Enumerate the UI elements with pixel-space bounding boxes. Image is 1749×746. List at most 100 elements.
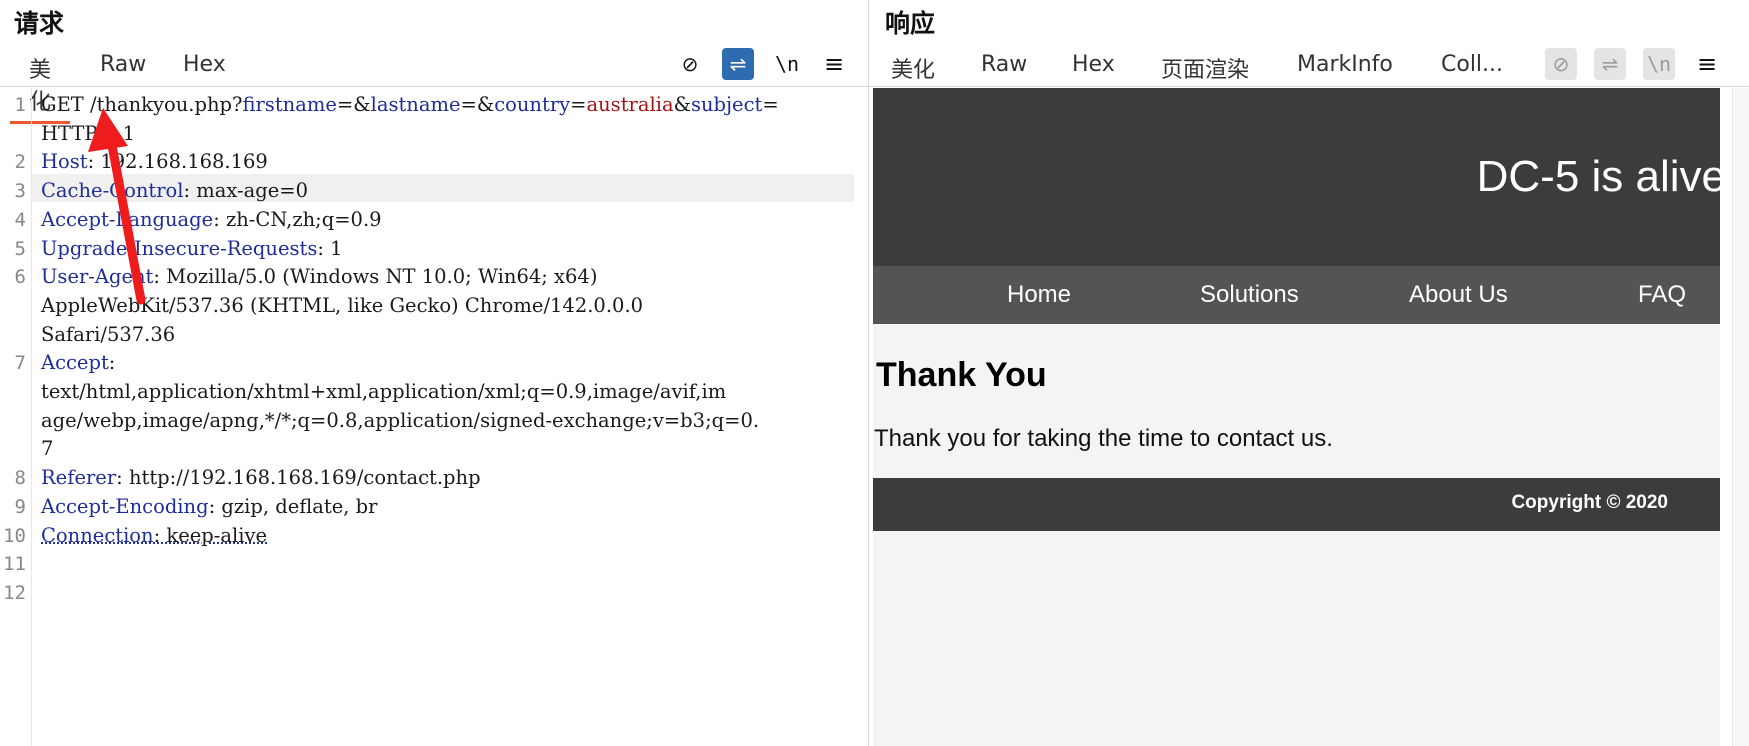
code-text: & (673, 93, 691, 116)
nav-home-link[interactable]: Home (1007, 281, 1071, 309)
response-tabbar: 美化 Raw Hex 页面渲染 MarkInfo Coll... ⊘ ⇌ \n … (869, 44, 1749, 92)
response-scrollbar[interactable] (1732, 88, 1749, 746)
code-text: text/html,application/xhtml+xml,applicat… (41, 380, 727, 403)
code-text: : 192.168.168.169 (87, 150, 268, 174)
code-line: Referer: http://192.168.168.169/contact.… (41, 464, 481, 492)
response-tab-render[interactable]: 页面渲染 (1150, 52, 1260, 92)
header-key: User-Agent (41, 265, 154, 289)
code-text: age/webp,image/apng,*/*;q=0.8,applicatio… (41, 408, 760, 432)
site-footer: Copyright © 2020 (873, 478, 1720, 531)
code-text: =& (460, 93, 495, 116)
header-key: Accept (41, 351, 109, 375)
code-text: : keep-alive (153, 523, 268, 547)
code-line: Host: 192.168.168.169 (41, 148, 268, 176)
code-text: : max-age=0 (183, 179, 309, 203)
newline-icon[interactable]: \n (771, 48, 803, 80)
code-text: GET /thankyou.php? (41, 93, 243, 116)
response-tab-collaborator[interactable]: Coll... (1441, 52, 1503, 77)
site-nav: Home Solutions About Us FAQ (873, 266, 1720, 324)
header-key: Accept-Encoding (41, 494, 209, 518)
header-key: Host (41, 150, 88, 174)
menu-icon[interactable]: ≡ (818, 48, 850, 80)
code-line: User-Agent: Mozilla/5.0 (Windows NT 10.0… (41, 263, 597, 291)
line-gutter: 1 2 3 4 5 6 7 8 9 10 11 12 (0, 88, 32, 746)
code-text: : gzip, deflate, br (208, 494, 378, 518)
response-title: 响应 (885, 9, 936, 38)
line-number: 11 (3, 553, 26, 576)
header-key: Accept-Language (41, 207, 214, 231)
code-line: Upgrade-Insecure-Requests: 1 (41, 235, 343, 263)
header-key: lastname (370, 93, 461, 116)
hide-icon[interactable]: ⊘ (1545, 48, 1577, 80)
param-value: australia (586, 93, 674, 116)
code-line: age/webp,image/apng,*/*;q=0.8,applicatio… (41, 407, 759, 435)
header-key: Upgrade-Insecure-Requests (41, 236, 318, 260)
header-key: country (494, 93, 571, 116)
nav-solutions-link[interactable]: Solutions (1200, 281, 1299, 309)
code-line: HTTP/1.1 (41, 120, 135, 148)
nav-about-link[interactable]: About Us (1409, 281, 1508, 309)
header-key: Referer (41, 466, 117, 490)
line-number: 5 (14, 237, 26, 260)
code-line: Accept-Encoding: gzip, deflate, br (41, 493, 377, 521)
request-tab-raw[interactable]: Raw (100, 52, 146, 77)
request-title: 请求 (14, 9, 65, 38)
code-text: HTTP/1.1 (41, 121, 136, 145)
nav-faq-link[interactable]: FAQ (1638, 281, 1686, 309)
page-paragraph: Thank you for taking the time to contact… (874, 425, 1333, 452)
code-line: Safari/537.36 (41, 321, 175, 349)
header-key: Connection (41, 523, 154, 547)
line-number: 3 (14, 180, 26, 203)
code-text: : zh-CN,zh;q=0.9 (213, 207, 382, 231)
code-text: : 1 (317, 236, 343, 260)
code-text: : http://192.168.168.169/contact.php (116, 466, 481, 490)
rendered-page: DC-5 is alive Home Solutions About Us FA… (873, 88, 1720, 746)
code-text: AppleWebKit/537.36 (KHTML, like Gecko) C… (41, 293, 644, 317)
wrap-icon[interactable]: ⇌ (1594, 48, 1626, 80)
code-text: = (762, 93, 779, 116)
line-number: 1 (14, 94, 26, 116)
code-line: AppleWebKit/537.36 (KHTML, like Gecko) C… (41, 292, 643, 320)
response-tab-hex[interactable]: Hex (1072, 52, 1115, 77)
page-heading: Thank You (876, 356, 1047, 394)
line-number: 6 (14, 266, 26, 289)
header-key: firstname (242, 93, 337, 116)
code-line: GET /thankyou.php?firstname=&lastname=&c… (41, 91, 779, 119)
line-number: 2 (14, 151, 26, 174)
code-text: 7 (41, 437, 54, 461)
code-line: Cache-Control: max-age=0 (41, 177, 308, 205)
response-tab-raw[interactable]: Raw (981, 52, 1027, 77)
code-line: 7 (41, 435, 53, 463)
site-title: DC-5 is alive (1476, 152, 1720, 201)
code-text: Safari/537.36 (41, 322, 176, 346)
code-line: Connection: keep-alive (41, 522, 267, 550)
line-number: 10 (3, 524, 26, 547)
response-tab-pretty[interactable]: 美化 (891, 52, 935, 84)
code-line: text/html,application/xhtml+xml,applicat… (41, 378, 726, 406)
hide-icon[interactable]: ⊘ (674, 48, 706, 80)
code-text: : (108, 351, 116, 375)
code-line: Accept-Language: zh-CN,zh;q=0.9 (41, 206, 382, 234)
response-pane: 响应 美化 Raw Hex 页面渲染 MarkInfo Coll... ⊘ ⇌ … (869, 0, 1749, 746)
request-tabbar: 美化 Raw Hex ⊘ ⇌ \n ≡ (0, 44, 868, 124)
site-header: DC-5 is alive (873, 88, 1720, 266)
code-text: =& (336, 93, 371, 116)
header-key: Cache-Control (41, 179, 184, 203)
line-number: 9 (14, 495, 26, 518)
request-editor[interactable]: 1 2 3 4 5 6 7 8 9 10 11 12 GET /thankyou.php?firstn… (0, 88, 868, 746)
footer-copyright: Copyright © 2020 (1511, 492, 1668, 513)
line-number: 8 (14, 467, 26, 490)
menu-icon[interactable]: ≡ (1691, 48, 1723, 80)
wrap-icon[interactable]: ⇌ (722, 48, 754, 80)
response-tab-markinfo[interactable]: MarkInfo (1297, 52, 1393, 77)
header-key: subject (690, 93, 763, 116)
request-tab-hex[interactable]: Hex (183, 52, 226, 77)
code-text: = (570, 93, 587, 116)
code-line: Accept: (41, 349, 115, 377)
line-number: 4 (14, 208, 26, 231)
line-number: 7 (14, 352, 26, 375)
newline-icon[interactable]: \n (1643, 48, 1675, 80)
request-pane: 请求 美化 Raw Hex ⊘ ⇌ \n ≡ 1 2 3 4 5 6 7 8 9 10 11 12 G… (0, 0, 869, 746)
line-number: 12 (3, 581, 26, 604)
code-text: : Mozilla/5.0 (Windows NT 10.0; Win64; x… (153, 265, 598, 289)
